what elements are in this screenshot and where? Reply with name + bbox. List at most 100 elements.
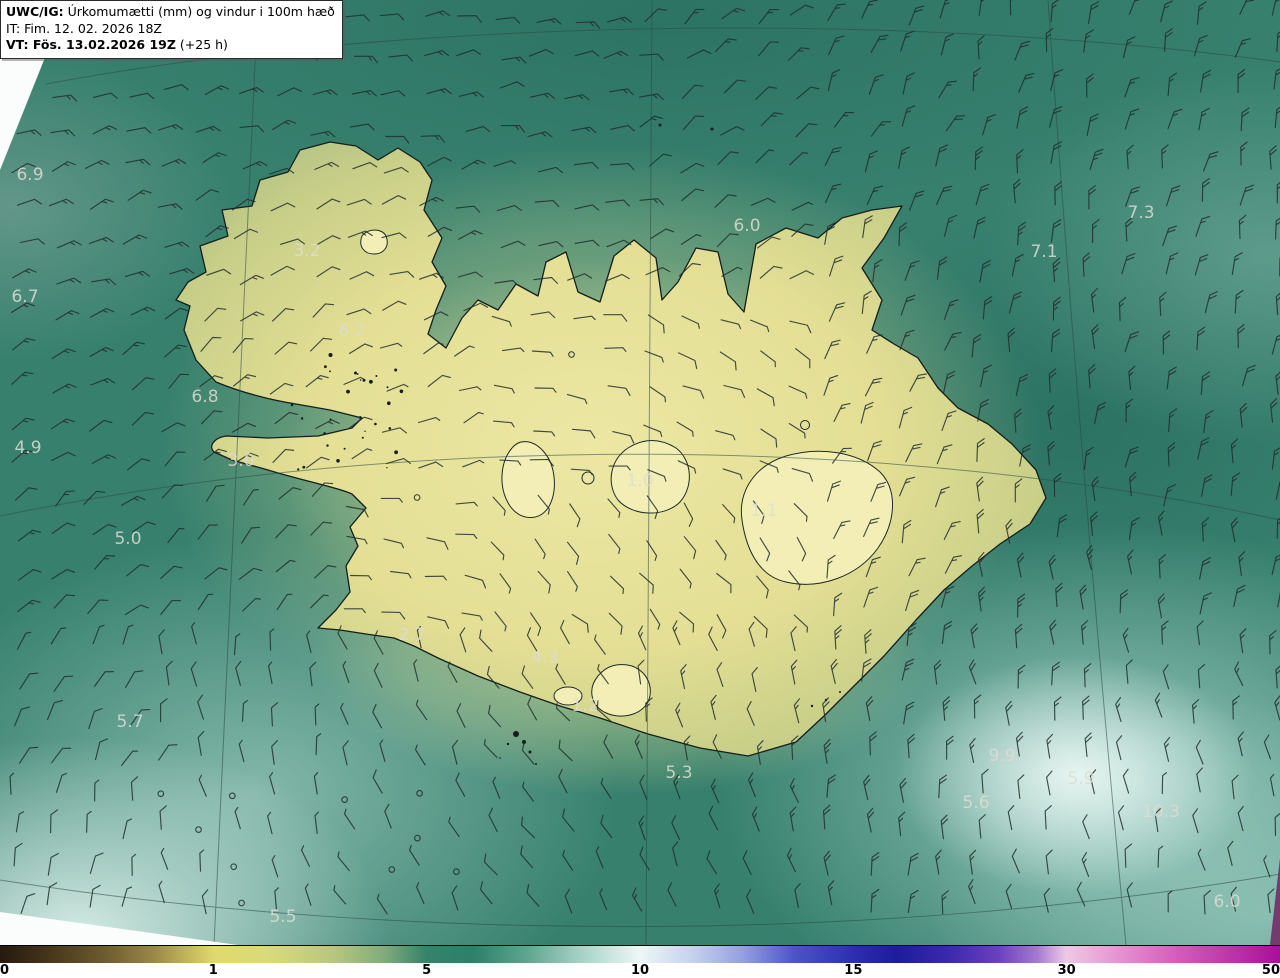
wind-barb bbox=[12, 268, 37, 279]
wind-barb bbox=[898, 146, 910, 169]
wind-barb bbox=[56, 240, 82, 249]
wind-barb bbox=[1005, 883, 1013, 909]
wind-barb bbox=[866, 185, 884, 206]
wind-barb bbox=[561, 808, 575, 832]
wind-barb bbox=[1055, 582, 1063, 608]
wind-barb bbox=[1240, 141, 1248, 166]
wind-barb bbox=[1274, 811, 1280, 836]
wind-barb bbox=[92, 92, 118, 99]
wind-barb bbox=[1094, 401, 1107, 425]
wind-barb bbox=[50, 129, 76, 137]
wind-barb bbox=[376, 893, 388, 915]
wind-barb bbox=[157, 203, 183, 210]
wind-barb bbox=[1088, 364, 1096, 389]
wind-barb bbox=[1269, 145, 1277, 170]
wind-barb bbox=[870, 888, 880, 913]
wind-barb bbox=[55, 310, 80, 321]
wind-barb bbox=[160, 565, 183, 579]
colorbar-tick: 1 bbox=[208, 963, 218, 978]
contour-label: 6.0 bbox=[1213, 892, 1240, 912]
wind-barb bbox=[1049, 619, 1057, 645]
wind-barb bbox=[204, 85, 230, 96]
wind-barb bbox=[51, 522, 76, 534]
wind-barb bbox=[1017, 593, 1026, 618]
wind-barb bbox=[1050, 0, 1060, 23]
wind-barb bbox=[91, 278, 116, 286]
wind-barb bbox=[1263, 734, 1272, 760]
wind-barb bbox=[165, 660, 173, 686]
wind-barb bbox=[51, 348, 76, 359]
wind-barb bbox=[1203, 409, 1214, 434]
wind-barb bbox=[1008, 291, 1022, 314]
wind-barb bbox=[909, 190, 925, 211]
wind-barb bbox=[1122, 627, 1130, 653]
wind-barb bbox=[163, 84, 189, 91]
wind-barb bbox=[195, 189, 220, 201]
wind-barb bbox=[1126, 882, 1133, 908]
wind-barb bbox=[1237, 68, 1246, 94]
wind-barb bbox=[935, 144, 948, 167]
wind-barb bbox=[384, 803, 392, 829]
wind-barb bbox=[448, 816, 460, 838]
wind-barb bbox=[51, 451, 76, 462]
wind-barb bbox=[242, 161, 268, 170]
wind-barb bbox=[1275, 290, 1280, 316]
wind-barb bbox=[789, 4, 814, 16]
wind-barb bbox=[520, 816, 536, 839]
wind-barb bbox=[47, 699, 63, 720]
wind-barb bbox=[351, 89, 377, 97]
wind-barb bbox=[465, 125, 491, 133]
wind-barb bbox=[88, 236, 114, 245]
wind-barb bbox=[564, 94, 590, 101]
wind-barb bbox=[88, 708, 103, 730]
wind-barb bbox=[1168, 408, 1178, 432]
wind-barb bbox=[1154, 692, 1163, 718]
wind-barb bbox=[1201, 474, 1213, 497]
wind-barb bbox=[1275, 477, 1280, 500]
wind-barb bbox=[1082, 814, 1090, 840]
wind-barb bbox=[89, 419, 113, 432]
wind-barb bbox=[87, 599, 109, 615]
wind-barb bbox=[1167, 108, 1183, 130]
colorbar-tick: 0 bbox=[0, 963, 10, 978]
wind-barb bbox=[827, 69, 841, 92]
wind-barb bbox=[945, 115, 966, 132]
wind-barb bbox=[1013, 178, 1021, 204]
wind-barb bbox=[1083, 446, 1094, 471]
wind-barb bbox=[1128, 0, 1145, 15]
wind-barb bbox=[751, 806, 760, 832]
wind-barb bbox=[978, 814, 986, 839]
wind-barb bbox=[1115, 735, 1123, 761]
wind-barb bbox=[941, 890, 949, 915]
weather-map-page: 6.9 6.7 4.9 5.0 5.7 5.5 3.2 6.2 6.8 3.0 2.7 4.3 1.2 1… bbox=[0, 0, 1280, 978]
wind-barb bbox=[122, 234, 148, 245]
wind-barb bbox=[300, 845, 310, 867]
wind-barb bbox=[483, 853, 498, 876]
wind-barb bbox=[1199, 557, 1211, 580]
wind-barb bbox=[1086, 73, 1094, 98]
wind-barb bbox=[1271, 0, 1280, 16]
wind-barb bbox=[899, 777, 907, 803]
wind-barb bbox=[1275, 663, 1280, 689]
wind-barb bbox=[55, 772, 68, 793]
precip-colorbar: 0 1 5 10 15 30 50 bbox=[0, 945, 1280, 978]
wind-barb bbox=[416, 882, 425, 904]
wind-barb bbox=[1191, 699, 1200, 724]
wind-barb bbox=[1118, 296, 1127, 322]
wind-barb bbox=[1239, 402, 1248, 428]
wind-barb bbox=[1082, 695, 1090, 720]
wind-barb bbox=[408, 844, 420, 866]
wind-barb bbox=[495, 16, 521, 24]
wind-barb bbox=[11, 417, 35, 431]
wind-barb bbox=[1167, 72, 1178, 97]
wind-barb bbox=[1115, 696, 1122, 722]
wind-barb bbox=[562, 850, 574, 871]
wind-barb bbox=[1079, 584, 1087, 610]
wind-barb bbox=[1200, 69, 1212, 93]
wind-barb bbox=[861, 0, 878, 19]
wind-barb bbox=[1204, 291, 1218, 314]
wind-barb bbox=[201, 889, 209, 915]
wind-barb bbox=[379, 13, 405, 21]
wind-barb bbox=[907, 852, 919, 876]
wind-barb bbox=[51, 568, 76, 580]
